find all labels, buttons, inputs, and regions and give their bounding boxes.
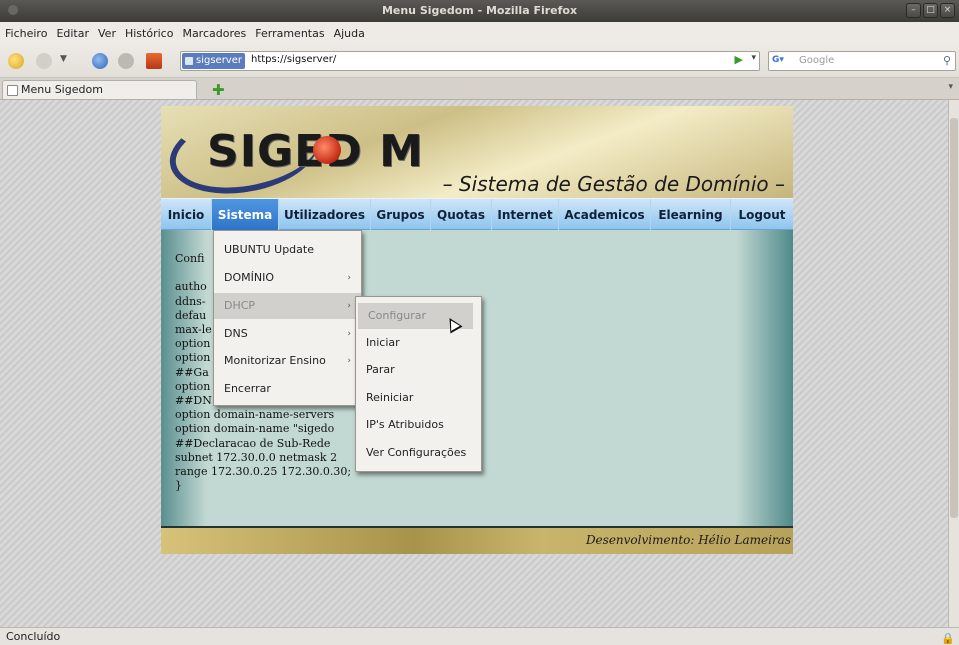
history-dropdown-icon[interactable]: ▼ — [60, 54, 70, 70]
search-box[interactable]: G▾ Google ⚲ — [768, 51, 956, 71]
logo-orb — [313, 136, 341, 164]
window-titlebar: Menu Sigedom - Mozilla Firefox – □ × — [0, 0, 959, 22]
menu-item-iniciar[interactable]: Iniciar — [356, 330, 481, 356]
menu-ferramentas[interactable]: Ferramentas — [255, 27, 324, 40]
menu-item-label: Encerrar — [224, 382, 271, 395]
chevron-right-icon: › — [347, 273, 351, 283]
url-dropdown-icon[interactable]: ▾ — [751, 53, 756, 63]
url-text[interactable]: https://sigserver/ — [251, 54, 336, 65]
nav-logout[interactable]: Logout — [731, 199, 793, 231]
lock-icon[interactable]: 🔒 — [941, 630, 955, 645]
window-title: Menu Sigedom - Mozilla Firefox — [381, 4, 578, 17]
vertical-scrollbar[interactable] — [948, 100, 959, 627]
status-text: Concluído — [6, 630, 61, 643]
nav-sistema[interactable]: Sistema — [212, 199, 279, 231]
close-icon[interactable]: × — [940, 3, 955, 18]
home-icon[interactable] — [146, 53, 162, 69]
page-content: SIGED M – Sistema de Gestão de Domínio –… — [0, 100, 948, 627]
menu-historico[interactable]: Histórico — [125, 27, 173, 40]
menu-item-label: Monitorizar Ensino — [224, 354, 326, 367]
menu-item-label: DHCP — [224, 299, 256, 312]
menu-item-label: DNS — [224, 327, 248, 340]
menu-marcadores[interactable]: Marcadores — [182, 27, 246, 40]
site-identity-button[interactable]: sigserver — [182, 53, 245, 69]
site-footer: Desenvolvimento: Hélio Lameiras — [161, 528, 793, 554]
nav-quotas[interactable]: Quotas — [431, 199, 492, 231]
footer-credit: Desenvolvimento: Hélio Lameiras — [585, 533, 791, 547]
nav-grupos[interactable]: Grupos — [371, 199, 431, 231]
scrollbar-thumb[interactable] — [950, 118, 958, 518]
sistema-dropdown: UBUNTU Update DOMÍNIO › DHCP › DNS › Monito… — [213, 230, 362, 406]
chevron-right-icon: › — [347, 301, 351, 311]
menu-ajuda[interactable]: Ajuda — [334, 27, 365, 40]
site-nav: Inicio Sistema Utilizadores Grupos Quota… — [161, 198, 793, 231]
nav-utilizadores[interactable]: Utilizadores — [279, 199, 371, 231]
go-icon[interactable]: ▶ — [735, 53, 743, 66]
back-icon[interactable] — [8, 53, 24, 69]
reload-icon[interactable] — [92, 53, 108, 69]
site-subtitle: – Sistema de Gestão de Domínio – — [442, 172, 785, 196]
menu-item-monitorizar-ensino[interactable]: Monitorizar Ensino › — [214, 348, 361, 374]
chevron-right-icon: › — [347, 329, 351, 339]
new-tab-icon[interactable]: ✚ — [212, 81, 225, 99]
menu-item-label: DOMÍNIO — [224, 271, 274, 284]
menu-item-ver-configuracoes[interactable]: Ver Configurações — [356, 440, 481, 466]
menu-editar[interactable]: Editar — [56, 27, 89, 40]
chevron-right-icon: › — [347, 356, 351, 366]
menu-item-dhcp[interactable]: DHCP › — [214, 293, 361, 319]
menu-item-reiniciar[interactable]: Reiniciar — [356, 385, 481, 411]
nav-elearning[interactable]: Elearning — [651, 199, 731, 231]
menu-item-dns[interactable]: DNS › — [214, 321, 361, 347]
menu-item-parar[interactable]: Parar — [356, 357, 481, 383]
forward-icon[interactable] — [36, 53, 52, 69]
tab-bar: Menu Sigedom ✚ ▾ — [0, 78, 959, 100]
navigation-toolbar: ▼ sigserver https://sigserver/ ▶ ▾ G▾ Go… — [0, 44, 959, 78]
nav-inicio[interactable]: Inicio — [161, 199, 212, 231]
url-bar[interactable]: sigserver https://sigserver/ ▶ ▾ — [180, 51, 760, 71]
dhcp-submenu: Configurar Iniciar Parar Reiniciar IP's … — [355, 296, 482, 472]
stop-icon[interactable] — [118, 53, 134, 69]
minimize-icon[interactable]: – — [906, 3, 921, 18]
maximize-icon[interactable]: □ — [923, 3, 938, 18]
menu-bar: Ficheiro Editar Ver Histórico Marcadores… — [0, 22, 959, 44]
search-engine-icon[interactable]: G▾ — [772, 55, 794, 67]
menu-item-ubuntu-update[interactable]: UBUNTU Update — [214, 237, 361, 263]
tab-menu-sigedom[interactable]: Menu Sigedom — [2, 80, 197, 99]
site-banner: SIGED M – Sistema de Gestão de Domínio – — [161, 106, 793, 198]
menu-item-encerrar[interactable]: Encerrar — [214, 376, 361, 402]
status-bar: Concluído 🔒 — [0, 627, 959, 645]
search-icon[interactable]: ⚲ — [943, 54, 951, 67]
menu-item-ips-atribuidos[interactable]: IP's Atribuidos — [356, 412, 481, 438]
nav-internet[interactable]: Internet — [492, 199, 559, 231]
menu-item-label: UBUNTU Update — [224, 243, 314, 256]
menu-ficheiro[interactable]: Ficheiro — [5, 27, 47, 40]
nav-academicos[interactable]: Academicos — [559, 199, 651, 231]
tab-list-icon[interactable]: ▾ — [948, 82, 953, 92]
search-placeholder: Google — [799, 55, 835, 66]
menu-item-dominio[interactable]: DOMÍNIO › — [214, 265, 361, 291]
menu-ver[interactable]: Ver — [98, 27, 116, 40]
